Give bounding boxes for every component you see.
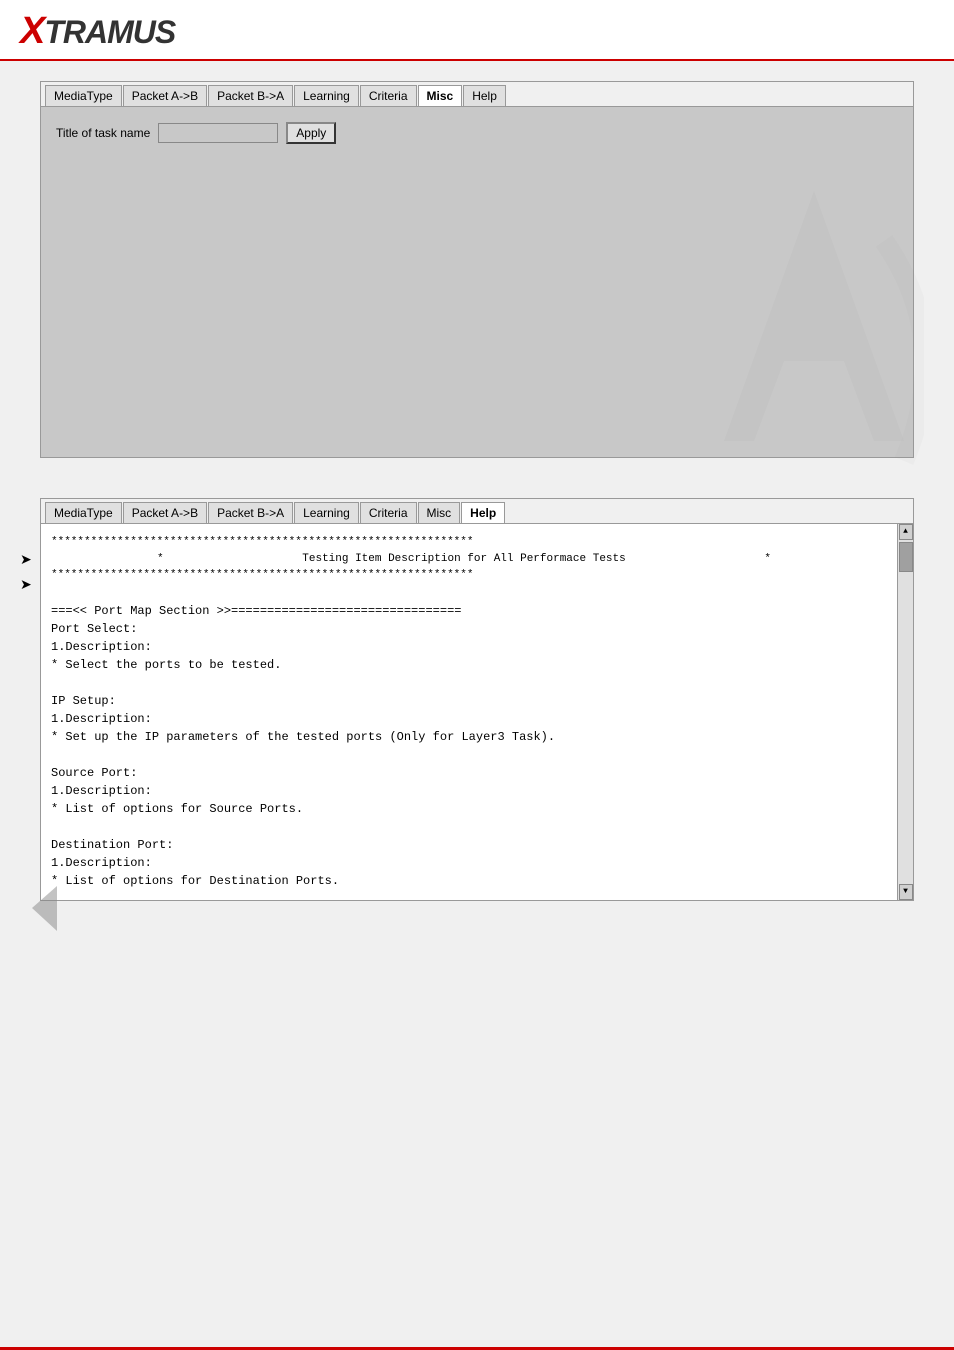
apply-button[interactable]: Apply — [286, 122, 336, 144]
ip-setup-name: IP Setup: — [51, 692, 877, 710]
scrollbar[interactable]: ▲ ▼ — [897, 524, 913, 900]
title-star-right: * — [764, 553, 771, 565]
scrollbar-thumb[interactable] — [899, 542, 913, 572]
task-name-input[interactable] — [158, 123, 278, 143]
tab-mediatype-top[interactable]: MediaType — [45, 85, 122, 106]
tab-misc-top[interactable]: Misc — [418, 85, 463, 106]
port-select-name: Port Select: — [51, 620, 877, 638]
ip-setup-sub: 1.Description: — [51, 710, 877, 728]
bottom-panel-tabs: MediaType Packet A->B Packet B->A Learni… — [41, 499, 913, 524]
arrow-marker-2: ➤ — [20, 576, 37, 593]
bottom-panel-body: ****************************************… — [41, 524, 913, 900]
port-select-desc: * Select the ports to be tested. — [51, 656, 877, 674]
logo-rest: TRAMUS — [44, 14, 175, 50]
task-name-row: Title of task name Apply — [56, 122, 898, 144]
port-select-sub: 1.Description: — [51, 638, 877, 656]
main-content: MediaType Packet A->B Packet B->A Learni… — [0, 61, 954, 951]
arrow-icon-1: ➤ — [20, 551, 32, 568]
source-port-sub: 1.Description: — [51, 782, 877, 800]
scrollbar-up-button[interactable]: ▲ — [899, 524, 913, 540]
arrow-marker-1: ➤ — [20, 551, 37, 568]
bottom-panel: MediaType Packet A->B Packet B->A Learni… — [40, 498, 914, 901]
source-port-name: Source Port: — [51, 764, 877, 782]
task-name-label: Title of task name — [56, 126, 150, 140]
header: XTRAMUS — [0, 0, 954, 61]
logo: XTRAMUS — [20, 10, 175, 53]
tab-help-bottom[interactable]: Help — [461, 502, 505, 523]
tab-learning-bottom[interactable]: Learning — [294, 502, 359, 523]
tab-packet-ab-bottom[interactable]: Packet A->B — [123, 502, 207, 523]
tab-misc-bottom[interactable]: Misc — [418, 502, 461, 523]
tab-mediatype-bottom[interactable]: MediaType — [45, 502, 122, 523]
tab-criteria-bottom[interactable]: Criteria — [360, 502, 417, 523]
title-star-left: * — [157, 553, 164, 565]
stars-top: ****************************************… — [51, 534, 877, 551]
tab-packet-ab-top[interactable]: Packet A->B — [123, 85, 207, 106]
top-panel: MediaType Packet A->B Packet B->A Learni… — [40, 81, 914, 458]
logo-x: X — [20, 10, 44, 52]
tab-packet-ba-bottom[interactable]: Packet B->A — [208, 502, 293, 523]
scrollbar-down-button[interactable]: ▼ — [899, 884, 913, 900]
dest-port-name: Destination Port: — [51, 836, 877, 854]
dest-port-desc: * List of options for Destination Ports. — [51, 872, 877, 890]
tab-learning-top[interactable]: Learning — [294, 85, 359, 106]
arrow-icon-2: ➤ — [20, 576, 32, 593]
help-title: * Testing Item Description for All Perfo… — [51, 551, 877, 568]
dest-port-sub: 1.Description: — [51, 854, 877, 872]
section-separator: ===<< Port Map Section >>===============… — [51, 602, 877, 620]
source-port-desc: * List of options for Source Ports. — [51, 800, 877, 818]
help-title-text: Testing Item Description for All Perform… — [302, 553, 625, 565]
tab-help-top[interactable]: Help — [463, 85, 506, 106]
help-content: ****************************************… — [51, 534, 893, 890]
top-panel-tabs: MediaType Packet A->B Packet B->A Learni… — [41, 82, 913, 107]
stars-bottom: ****************************************… — [51, 567, 877, 584]
tab-packet-ba-top[interactable]: Packet B->A — [208, 85, 293, 106]
tab-criteria-top[interactable]: Criteria — [360, 85, 417, 106]
ip-setup-desc: * Set up the IP parameters of the tested… — [51, 728, 877, 746]
top-panel-body: Title of task name Apply — [41, 107, 913, 457]
arrow-markers: ➤ ➤ — [20, 551, 37, 601]
